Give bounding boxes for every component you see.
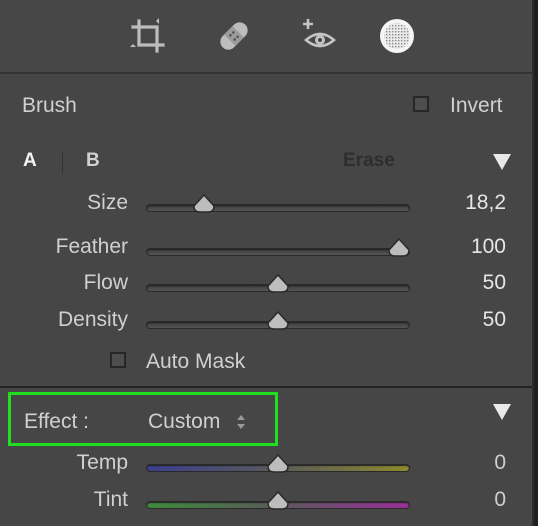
effect-slider[interactable] — [146, 491, 410, 510]
slider-thumb[interactable] — [267, 491, 289, 511]
brush-collapse-triangle-icon[interactable] — [493, 154, 511, 170]
effect-collapse-triangle-icon[interactable] — [493, 404, 511, 420]
slider-thumb[interactable] — [193, 194, 215, 214]
effect-slider[interactable] — [146, 454, 410, 473]
brush-slider-value[interactable]: 50 — [440, 271, 506, 295]
brush-slider-value[interactable]: 100 — [440, 235, 506, 259]
brush-slider-label: Flow — [83, 271, 128, 294]
healing-bandage-icon[interactable] — [214, 16, 254, 56]
brush-slider-value[interactable]: 50 — [440, 308, 506, 332]
auto-mask-checkbox[interactable] — [110, 352, 126, 368]
brush-slider-label: Feather — [55, 235, 128, 258]
effect-stepper-icon[interactable] — [236, 413, 246, 431]
invert-label: Invert — [450, 94, 503, 117]
brush-tab-a[interactable]: A — [23, 150, 37, 172]
brush-slider-value[interactable]: 18,2 — [440, 191, 506, 215]
section-divider — [0, 386, 532, 388]
brush-mask-icon[interactable] — [377, 16, 417, 56]
effect-slider-value[interactable]: 0 — [440, 451, 506, 475]
brush-slider[interactable] — [146, 311, 410, 330]
tab-separator — [62, 151, 63, 173]
brush-slider[interactable] — [146, 274, 410, 293]
slider-thumb[interactable] — [267, 454, 289, 474]
brush-tab-b[interactable]: B — [86, 150, 100, 172]
tool-strip — [0, 0, 532, 74]
brush-title: Brush — [22, 94, 77, 117]
auto-mask-label: Auto Mask — [146, 350, 246, 373]
adjustment-brush-panel: Brush Invert A B Erase Size 18,2 Feather 10… — [0, 0, 534, 526]
brush-slider-label: Size — [87, 191, 128, 214]
brush-slider[interactable] — [146, 238, 411, 257]
brush-tab-erase[interactable]: Erase — [343, 150, 395, 172]
effect-label: Effect : — [24, 410, 89, 433]
slider-thumb[interactable] — [267, 274, 289, 294]
slider-track[interactable] — [146, 204, 410, 212]
slider-thumb[interactable] — [388, 238, 411, 258]
red-eye-icon[interactable] — [300, 16, 340, 56]
slider-thumb[interactable] — [267, 311, 289, 331]
effect-slider-label: Temp — [76, 451, 128, 474]
brush-slider[interactable] — [146, 194, 410, 213]
effect-slider-label: Tint — [93, 488, 128, 511]
effect-slider-value[interactable]: 0 — [440, 488, 506, 512]
slider-track[interactable] — [146, 248, 410, 256]
effect-preset-select[interactable]: Custom — [148, 410, 220, 434]
invert-checkbox[interactable] — [413, 96, 429, 112]
brush-slider-label: Density — [57, 308, 128, 331]
crop-icon[interactable] — [128, 16, 168, 56]
